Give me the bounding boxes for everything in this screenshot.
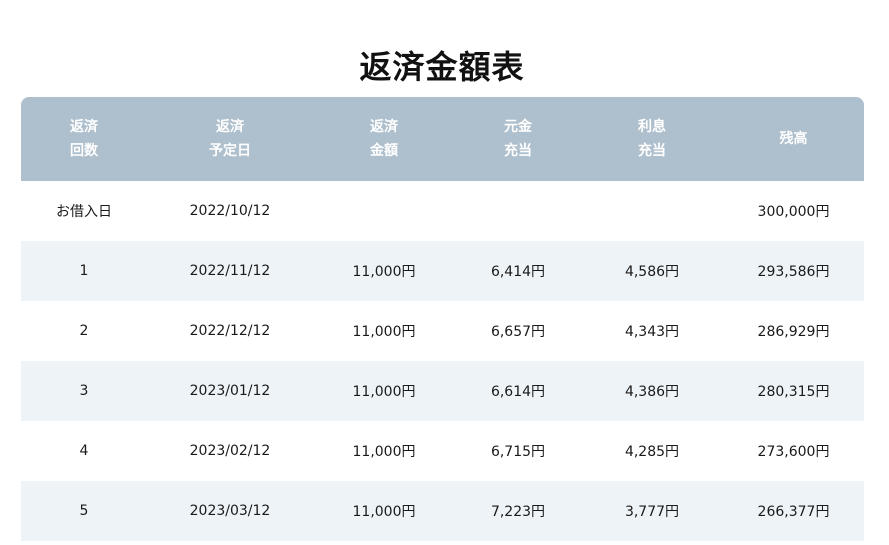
table-row: お借入日 2022/10/12 300,000円 — [21, 181, 864, 241]
cell-amount: 11,000円 — [352, 444, 416, 460]
cell-amount: 11,000円 — [352, 384, 416, 400]
cell-principal: 6,657円 — [490, 324, 546, 340]
table-row: 4 2023/02/12 11,000円 6,715円 4,285円 273,6… — [21, 421, 864, 481]
header-line: 利息 — [638, 119, 666, 135]
cell-balance: 300,000円 — [757, 204, 830, 220]
cell-balance: 293,586円 — [757, 264, 830, 280]
cell-count: 3 — [79, 383, 89, 399]
header-line: 金額 — [370, 143, 398, 159]
header-line: 予定日 — [209, 143, 251, 159]
table-row: 1 2022/11/12 11,000円 6,414円 4,586円 293,5… — [21, 241, 864, 301]
header-payment-date: 返済 予定日 — [147, 97, 313, 181]
cell-amount: 11,000円 — [352, 324, 416, 340]
header-principal: 元金 充当 — [455, 97, 581, 181]
header-line: 充当 — [504, 143, 532, 159]
header-line: 回数 — [70, 143, 98, 159]
table-row: 3 2023/01/12 11,000円 6,614円 4,386円 280,3… — [21, 361, 864, 421]
cell-date: 2022/12/12 — [189, 323, 271, 339]
cell-principal: 6,614円 — [490, 384, 546, 400]
cell-date: 2022/11/12 — [189, 263, 271, 279]
cell-amount: 11,000円 — [352, 264, 416, 280]
table-body: お借入日 2022/10/12 300,000円 1 2022/11/12 11… — [21, 181, 864, 541]
repayment-table-container: 返済 回数 返済 予定日 返済 金額 元金 充当 利息 充当 残高 お借入日 2… — [21, 97, 864, 541]
header-row: 返済 回数 返済 予定日 返済 金額 元金 充当 利息 充当 残高 — [21, 97, 864, 181]
header-balance: 残高 — [723, 97, 864, 181]
cell-date: 2023/01/12 — [189, 383, 271, 399]
header-line: 充当 — [638, 143, 666, 159]
table-header: 返済 回数 返済 予定日 返済 金額 元金 充当 利息 充当 残高 — [21, 97, 864, 181]
cell-balance: 280,315円 — [757, 384, 830, 400]
cell-principal — [455, 181, 581, 241]
cell-interest: 4,586円 — [624, 264, 680, 280]
cell-balance: 266,377円 — [757, 504, 830, 520]
page-title: 返済金額表 — [359, 48, 525, 87]
cell-principal: 7,223円 — [490, 504, 546, 520]
header-line: 残高 — [779, 131, 808, 147]
cell-count: 5 — [79, 503, 89, 519]
cell-amount: 11,000円 — [352, 504, 416, 520]
cell-count: 2 — [79, 323, 89, 339]
header-payment-amount: 返済 金額 — [313, 97, 455, 181]
cell-balance: 273,600円 — [757, 444, 830, 460]
cell-balance: 286,929円 — [757, 324, 830, 340]
cell-interest: 4,386円 — [624, 384, 680, 400]
cell-principal: 6,414円 — [490, 264, 546, 280]
cell-interest: 4,285円 — [624, 444, 680, 460]
repayment-table: 返済 回数 返済 予定日 返済 金額 元金 充当 利息 充当 残高 お借入日 2… — [21, 97, 864, 541]
header-interest: 利息 充当 — [581, 97, 723, 181]
header-payment-count: 返済 回数 — [21, 97, 147, 181]
cell-date: 2022/10/12 — [189, 203, 271, 219]
header-line: 元金 — [504, 119, 532, 135]
cell-interest — [581, 181, 723, 241]
table-row: 2 2022/12/12 11,000円 6,657円 4,343円 286,9… — [21, 301, 864, 361]
cell-date: 2023/02/12 — [189, 443, 271, 459]
cell-amount — [313, 181, 455, 241]
cell-date: 2023/03/12 — [189, 503, 271, 519]
cell-interest: 4,343円 — [624, 324, 680, 340]
cell-count: 4 — [79, 443, 89, 459]
cell-principal: 6,715円 — [490, 444, 546, 460]
cell-count: お借入日 — [56, 204, 112, 220]
cell-count: 1 — [79, 263, 89, 279]
cell-interest: 3,777円 — [624, 504, 680, 520]
header-line: 返済 — [70, 119, 98, 135]
header-line: 返済 — [370, 119, 398, 135]
table-row: 5 2023/03/12 11,000円 7,223円 3,777円 266,3… — [21, 481, 864, 541]
header-line: 返済 — [216, 119, 244, 135]
